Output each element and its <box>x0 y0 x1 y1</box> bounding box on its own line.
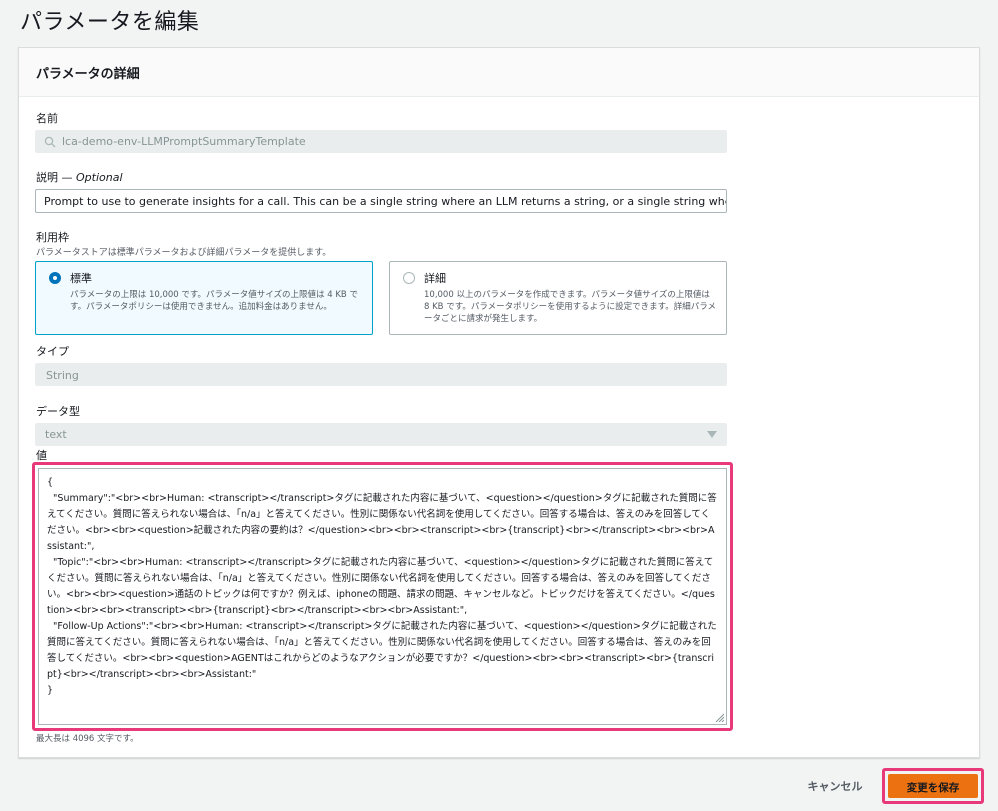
type-label: タイプ <box>36 345 69 358</box>
value-label: 値 <box>36 449 47 462</box>
tier-label: 利用枠 <box>36 231 69 244</box>
datatype-label: データ型 <box>36 405 80 418</box>
page-title: パラメータを編集 <box>20 10 200 35</box>
tier-option-advanced[interactable]: 詳細 10,000 以上のパラメータを作成できます。パラメータ値サイズの上限値は… <box>389 261 727 335</box>
description-label-text: 説明 <box>36 171 58 184</box>
datatype-value: text <box>45 428 67 441</box>
radio-standard[interactable] <box>49 272 61 284</box>
tier-option-description: 10,000 以上のパラメータを作成できます。パラメータ値サイズの上限値は 8 … <box>424 290 717 324</box>
tier-description: パラメータストアは標準パラメータおよび詳細パラメータを提供します。 <box>36 248 332 258</box>
name-label: 名前 <box>36 112 58 125</box>
value-highlight-frame: { "Summary":"<br><br>Human: <transcript>… <box>32 462 733 731</box>
search-icon <box>44 136 56 148</box>
chevron-down-icon <box>707 431 717 438</box>
tier-option-title: 詳細 <box>424 272 446 285</box>
optional-tag: — Optional <box>58 171 123 184</box>
name-value: lca-demo-env-LLMPromptSummaryTemplate <box>62 135 306 148</box>
tier-option-title: 標準 <box>70 272 92 285</box>
tier-option-description: パラメータの上限は 10,000 です。パラメータ値サイズの上限値は 4 KB … <box>70 290 358 312</box>
parameter-details-panel: パラメータの詳細 名前 lca-demo-env-LLMPromptSummar… <box>18 47 980 758</box>
tier-option-standard[interactable]: 標準 パラメータの上限は 10,000 です。パラメータ値サイズの上限値は 4 … <box>35 261 373 335</box>
name-field: lca-demo-env-LLMPromptSummaryTemplate <box>35 130 727 153</box>
type-value: String <box>46 369 79 382</box>
cancel-button[interactable]: キャンセル <box>798 775 872 797</box>
value-textarea[interactable]: { "Summary":"<br><br>Human: <transcript>… <box>38 468 727 725</box>
save-highlight-frame: 変更を保存 <box>882 768 984 804</box>
description-label: 説明 — Optional <box>36 169 123 185</box>
datatype-select: text <box>35 423 727 446</box>
type-field: String <box>35 363 727 386</box>
max-length-note: 最大長は 4096 文字です。 <box>36 734 139 744</box>
panel-header: パラメータの詳細 <box>19 48 979 97</box>
save-changes-button[interactable]: 変更を保存 <box>888 774 978 798</box>
radio-advanced[interactable] <box>403 272 415 284</box>
resize-handle-icon[interactable] <box>714 712 724 722</box>
description-input[interactable]: Prompt to use to generate insights for a… <box>35 189 727 213</box>
